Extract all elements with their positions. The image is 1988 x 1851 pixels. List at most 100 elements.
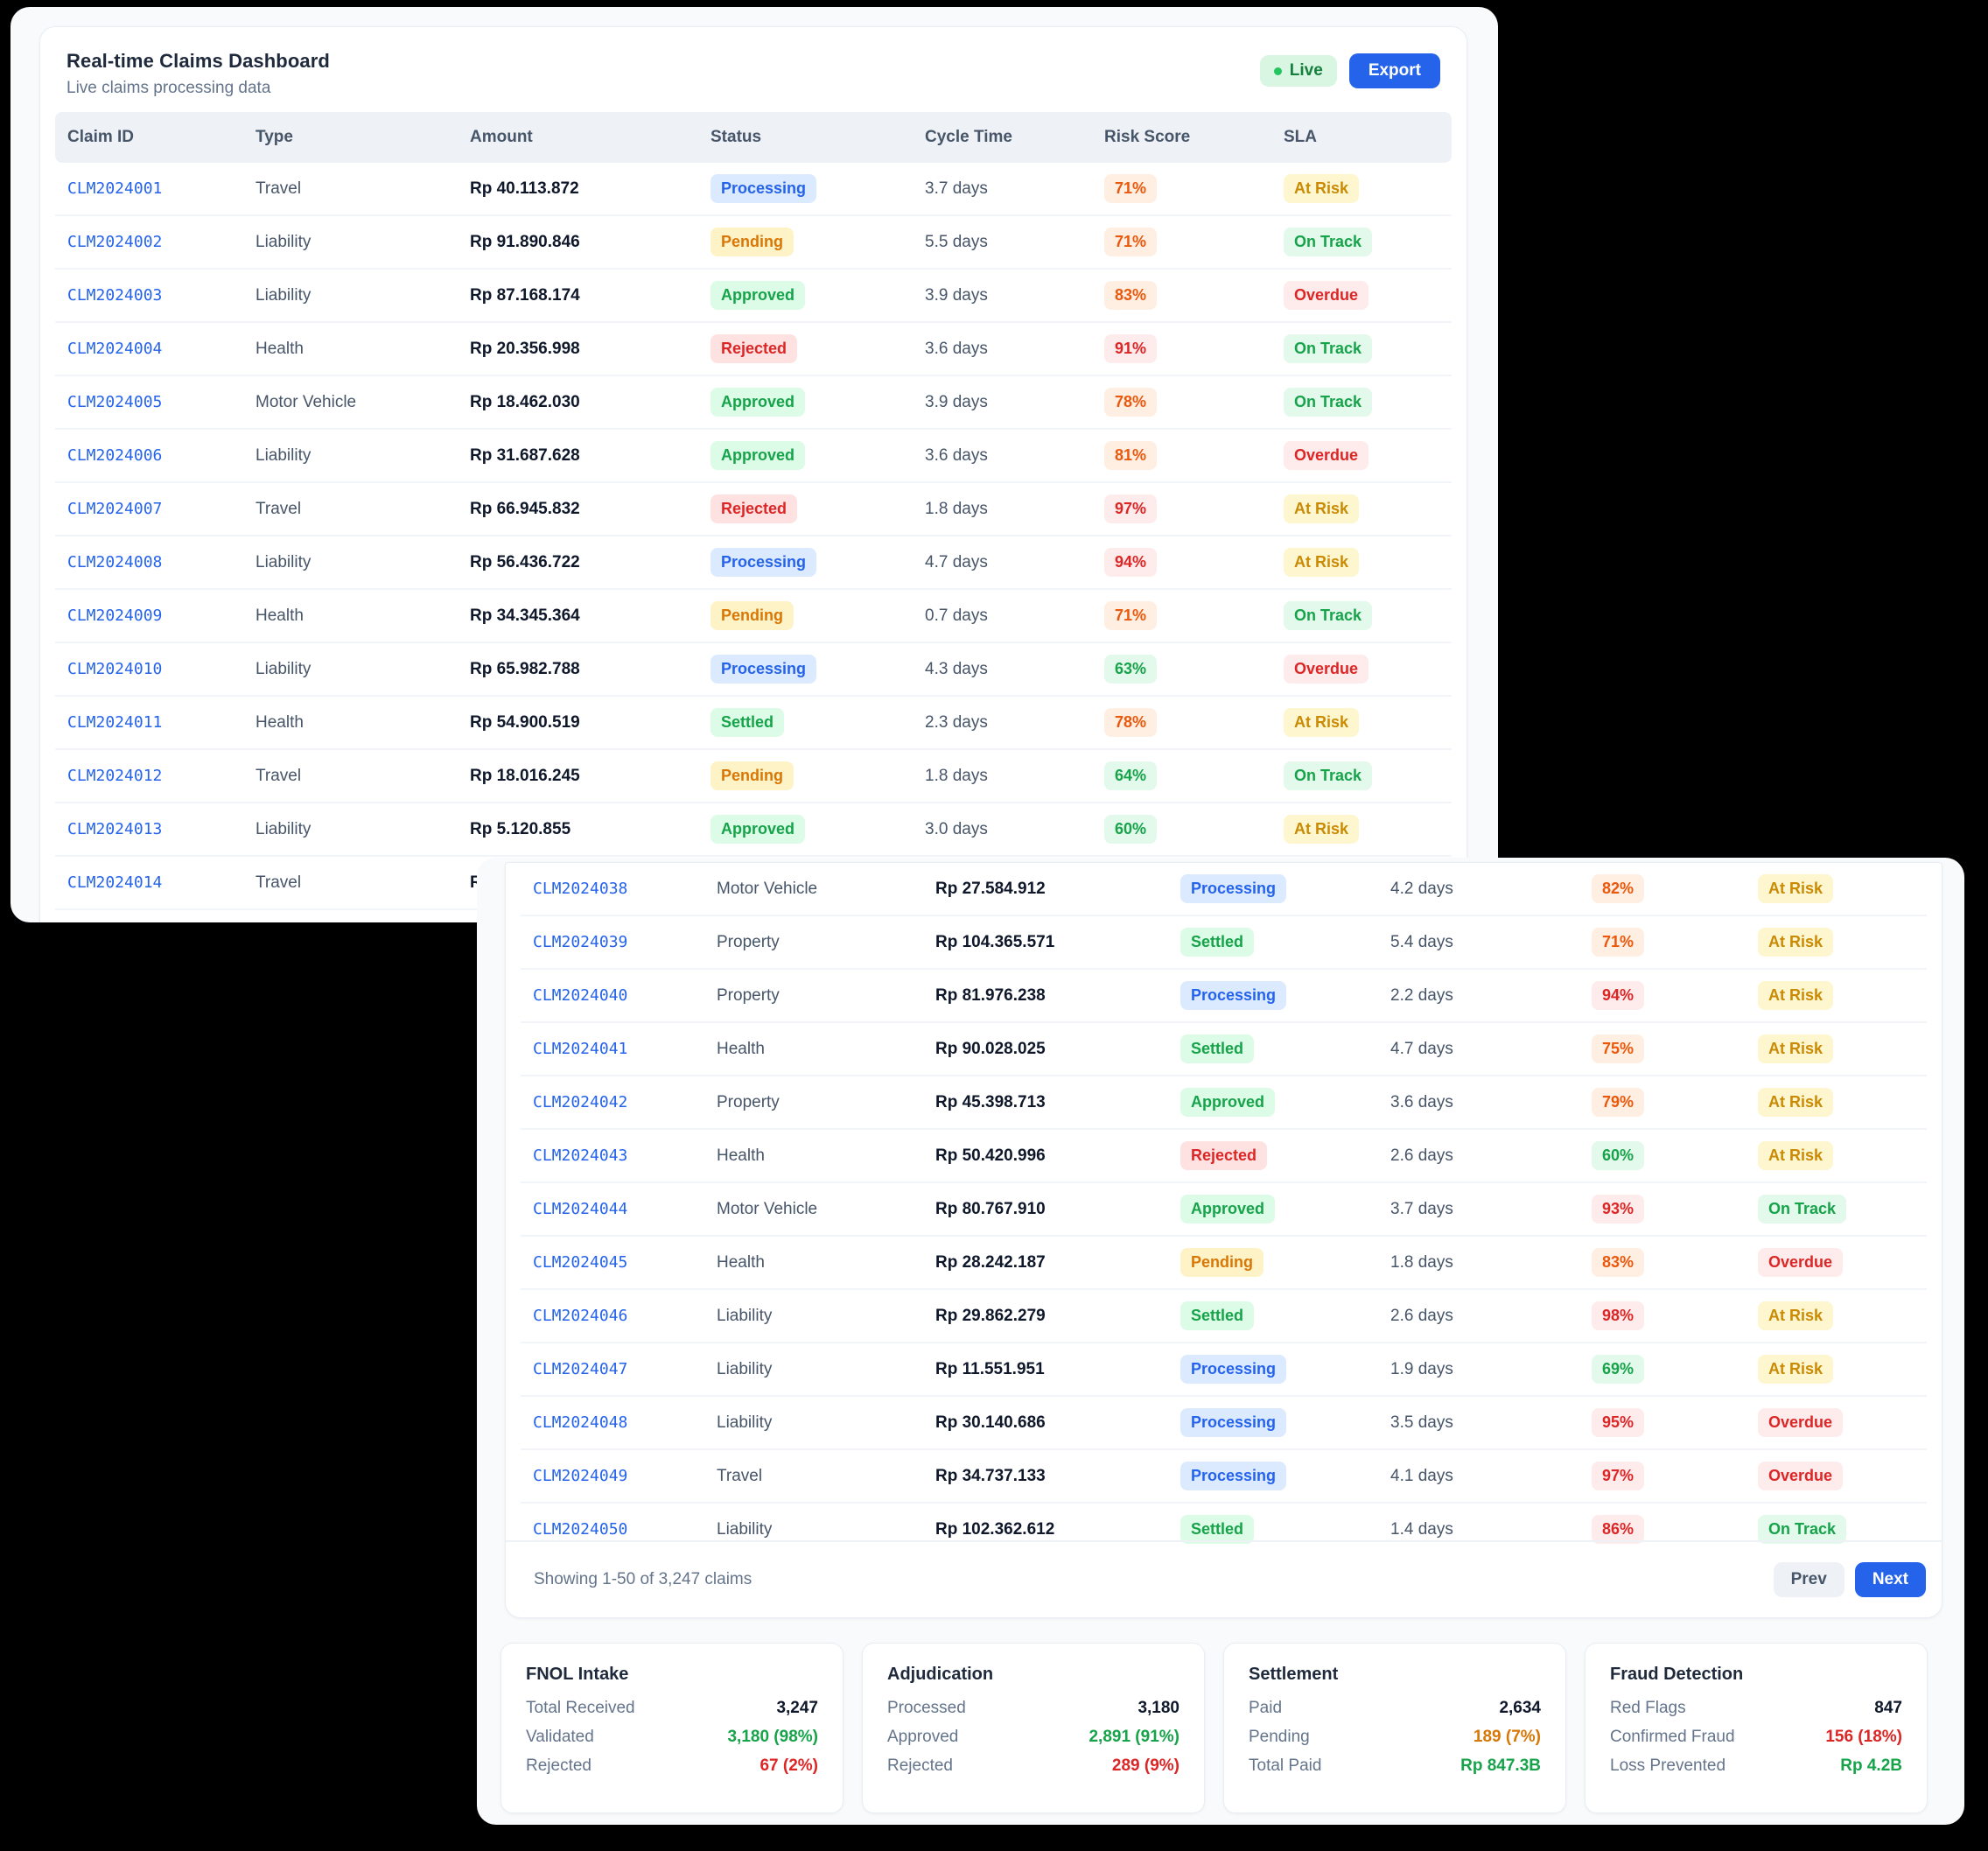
cycle-time: 4.7 days bbox=[913, 553, 1092, 572]
status-badge: Processing bbox=[1180, 1462, 1286, 1491]
status-badge: Processing bbox=[1180, 981, 1286, 1011]
summary-stat-row: Red Flags847 bbox=[1610, 1699, 1902, 1718]
sla-badge: Overdue bbox=[1284, 281, 1368, 311]
claim-type: Health bbox=[704, 1253, 923, 1273]
sla-cell: Overdue bbox=[1746, 1462, 1927, 1491]
risk-score-badge: 94% bbox=[1104, 548, 1157, 578]
claim-id-link[interactable]: CLM2024005 bbox=[55, 393, 243, 411]
claim-id-link[interactable]: CLM2024040 bbox=[521, 986, 704, 1005]
table-footer: Showing 1-50 of 3,247 claims Prev Next bbox=[506, 1540, 1942, 1617]
claim-id-link[interactable]: CLM2024041 bbox=[521, 1040, 704, 1058]
claim-status-cell: Rejected bbox=[698, 334, 913, 364]
claim-id-link[interactable]: CLM2024047 bbox=[521, 1360, 704, 1378]
status-badge: Processing bbox=[1180, 1355, 1286, 1385]
claim-status-cell: Pending bbox=[698, 601, 913, 631]
table-row: CLM2024011HealthRp 54.900.519Settled2.3 … bbox=[55, 695, 1452, 748]
claim-id-link[interactable]: CLM2024010 bbox=[55, 660, 243, 678]
claim-id-link[interactable]: CLM2024013 bbox=[55, 820, 243, 838]
risk-score-badge: 83% bbox=[1104, 281, 1157, 311]
sla-cell: On Track bbox=[1271, 761, 1452, 791]
claim-status-cell: Approved bbox=[698, 815, 913, 845]
claim-id-link[interactable]: CLM2024045 bbox=[521, 1253, 704, 1272]
claim-amount: Rp 40.113.872 bbox=[458, 179, 698, 199]
claim-type: Travel bbox=[704, 1467, 923, 1486]
stat-value: 189 (7%) bbox=[1474, 1728, 1541, 1747]
claims-dashboard-screenshot-top: Real-time Claims Dashboard Live claims p… bbox=[10, 7, 1498, 922]
risk-score-cell: 79% bbox=[1579, 1088, 1746, 1118]
claim-status-cell: Rejected bbox=[1168, 1141, 1378, 1171]
table-row: CLM2024049TravelRp 34.737.133Processing4… bbox=[521, 1448, 1927, 1502]
card-header: Real-time Claims Dashboard Live claims p… bbox=[40, 27, 1466, 112]
risk-score-badge: 78% bbox=[1104, 708, 1157, 738]
status-badge: Settled bbox=[1180, 928, 1254, 957]
stat-value: Rp 847.3B bbox=[1460, 1756, 1541, 1776]
claim-id-link[interactable]: CLM2024004 bbox=[55, 340, 243, 358]
stat-value: 847 bbox=[1874, 1699, 1902, 1718]
claim-id-link[interactable]: CLM2024008 bbox=[55, 553, 243, 571]
claim-id-link[interactable]: CLM2024049 bbox=[521, 1467, 704, 1485]
dashboard-composite: Real-time Claims Dashboard Live claims p… bbox=[0, 0, 1988, 1851]
summary-stat-row: Approved2,891 (91%) bbox=[887, 1728, 1180, 1747]
next-page-button[interactable]: Next bbox=[1855, 1562, 1926, 1597]
claim-id-link[interactable]: CLM2024012 bbox=[55, 767, 243, 785]
claim-status-cell: Settled bbox=[1168, 1034, 1378, 1064]
risk-score-cell: 78% bbox=[1092, 388, 1271, 417]
table-row: CLM2024040PropertyRp 81.976.238Processin… bbox=[521, 968, 1927, 1021]
summary-stat-row: Loss Prevented Rp 4.2B bbox=[1610, 1756, 1902, 1776]
risk-score-cell: 71% bbox=[1092, 601, 1271, 631]
sla-badge: At Risk bbox=[1758, 928, 1833, 957]
claim-id-link[interactable]: CLM2024006 bbox=[55, 446, 243, 465]
table-row: CLM2024010LiabilityRp 65.982.788Processi… bbox=[55, 642, 1452, 695]
risk-score-cell: 60% bbox=[1579, 1141, 1746, 1171]
sla-badge: At Risk bbox=[1284, 815, 1359, 845]
stat-label: Pending bbox=[1249, 1728, 1310, 1747]
page-subtitle: Live claims processing data bbox=[66, 79, 330, 98]
claim-id-link[interactable]: CLM2024043 bbox=[521, 1146, 704, 1165]
risk-score-cell: 97% bbox=[1579, 1462, 1746, 1491]
claim-id-link[interactable]: CLM2024044 bbox=[521, 1200, 704, 1218]
claim-id-link[interactable]: CLM2024048 bbox=[521, 1413, 704, 1432]
risk-score-cell: 71% bbox=[1579, 928, 1746, 957]
stat-label: Loss Prevented bbox=[1610, 1756, 1726, 1776]
claim-status-cell: Processing bbox=[698, 548, 913, 578]
claim-id-link[interactable]: CLM2024007 bbox=[55, 500, 243, 518]
stat-value: 289 (9%) bbox=[1112, 1756, 1180, 1776]
claim-id-link[interactable]: CLM2024046 bbox=[521, 1307, 704, 1325]
risk-score-cell: 94% bbox=[1579, 981, 1746, 1011]
claim-id-link[interactable]: CLM2024009 bbox=[55, 606, 243, 625]
export-button[interactable]: Export bbox=[1349, 53, 1440, 88]
page-title: Real-time Claims Dashboard bbox=[66, 50, 330, 73]
risk-score-badge: 71% bbox=[1104, 228, 1157, 257]
summary-card: Fraud DetectionRed Flags847Confirmed Fra… bbox=[1585, 1643, 1928, 1813]
claim-type: Liability bbox=[243, 286, 458, 305]
claim-status-cell: Rejected bbox=[698, 494, 913, 524]
claim-type: Motor Vehicle bbox=[243, 393, 458, 412]
sla-badge: At Risk bbox=[1758, 1034, 1833, 1064]
status-badge: Processing bbox=[1180, 1408, 1286, 1438]
claim-id-link[interactable]: CLM2024014 bbox=[55, 873, 243, 892]
claim-id-link[interactable]: CLM2024003 bbox=[55, 286, 243, 305]
claim-amount: Rp 81.976.238 bbox=[923, 986, 1168, 1006]
claim-status-cell: Pending bbox=[698, 228, 913, 257]
claim-id-link[interactable]: CLM2024050 bbox=[521, 1520, 704, 1539]
claim-type: Liability bbox=[704, 1413, 923, 1433]
sla-cell: At Risk bbox=[1271, 815, 1452, 845]
claim-id-link[interactable]: CLM2024038 bbox=[521, 880, 704, 898]
claim-id-link[interactable]: CLM2024002 bbox=[55, 233, 243, 251]
claim-id-link[interactable]: CLM2024011 bbox=[55, 713, 243, 732]
risk-score-cell: 69% bbox=[1579, 1355, 1746, 1385]
claim-id-link[interactable]: CLM2024001 bbox=[55, 179, 243, 198]
risk-score-badge: 91% bbox=[1104, 334, 1157, 364]
risk-score-badge: 71% bbox=[1104, 174, 1157, 204]
summary-stat-row: Validated3,180 (98%) bbox=[526, 1728, 818, 1747]
prev-page-button[interactable]: Prev bbox=[1774, 1562, 1844, 1597]
sla-cell: At Risk bbox=[1271, 548, 1452, 578]
claim-id-link[interactable]: CLM2024042 bbox=[521, 1093, 704, 1111]
risk-score-badge: 97% bbox=[1104, 494, 1157, 524]
stat-value: Rp 4.2B bbox=[1840, 1756, 1902, 1776]
sla-badge: At Risk bbox=[1284, 494, 1359, 524]
stat-label: Paid bbox=[1249, 1699, 1282, 1718]
claim-id-link[interactable]: CLM2024039 bbox=[521, 933, 704, 951]
sla-badge: Overdue bbox=[1758, 1248, 1843, 1278]
risk-score-cell: 75% bbox=[1579, 1034, 1746, 1064]
